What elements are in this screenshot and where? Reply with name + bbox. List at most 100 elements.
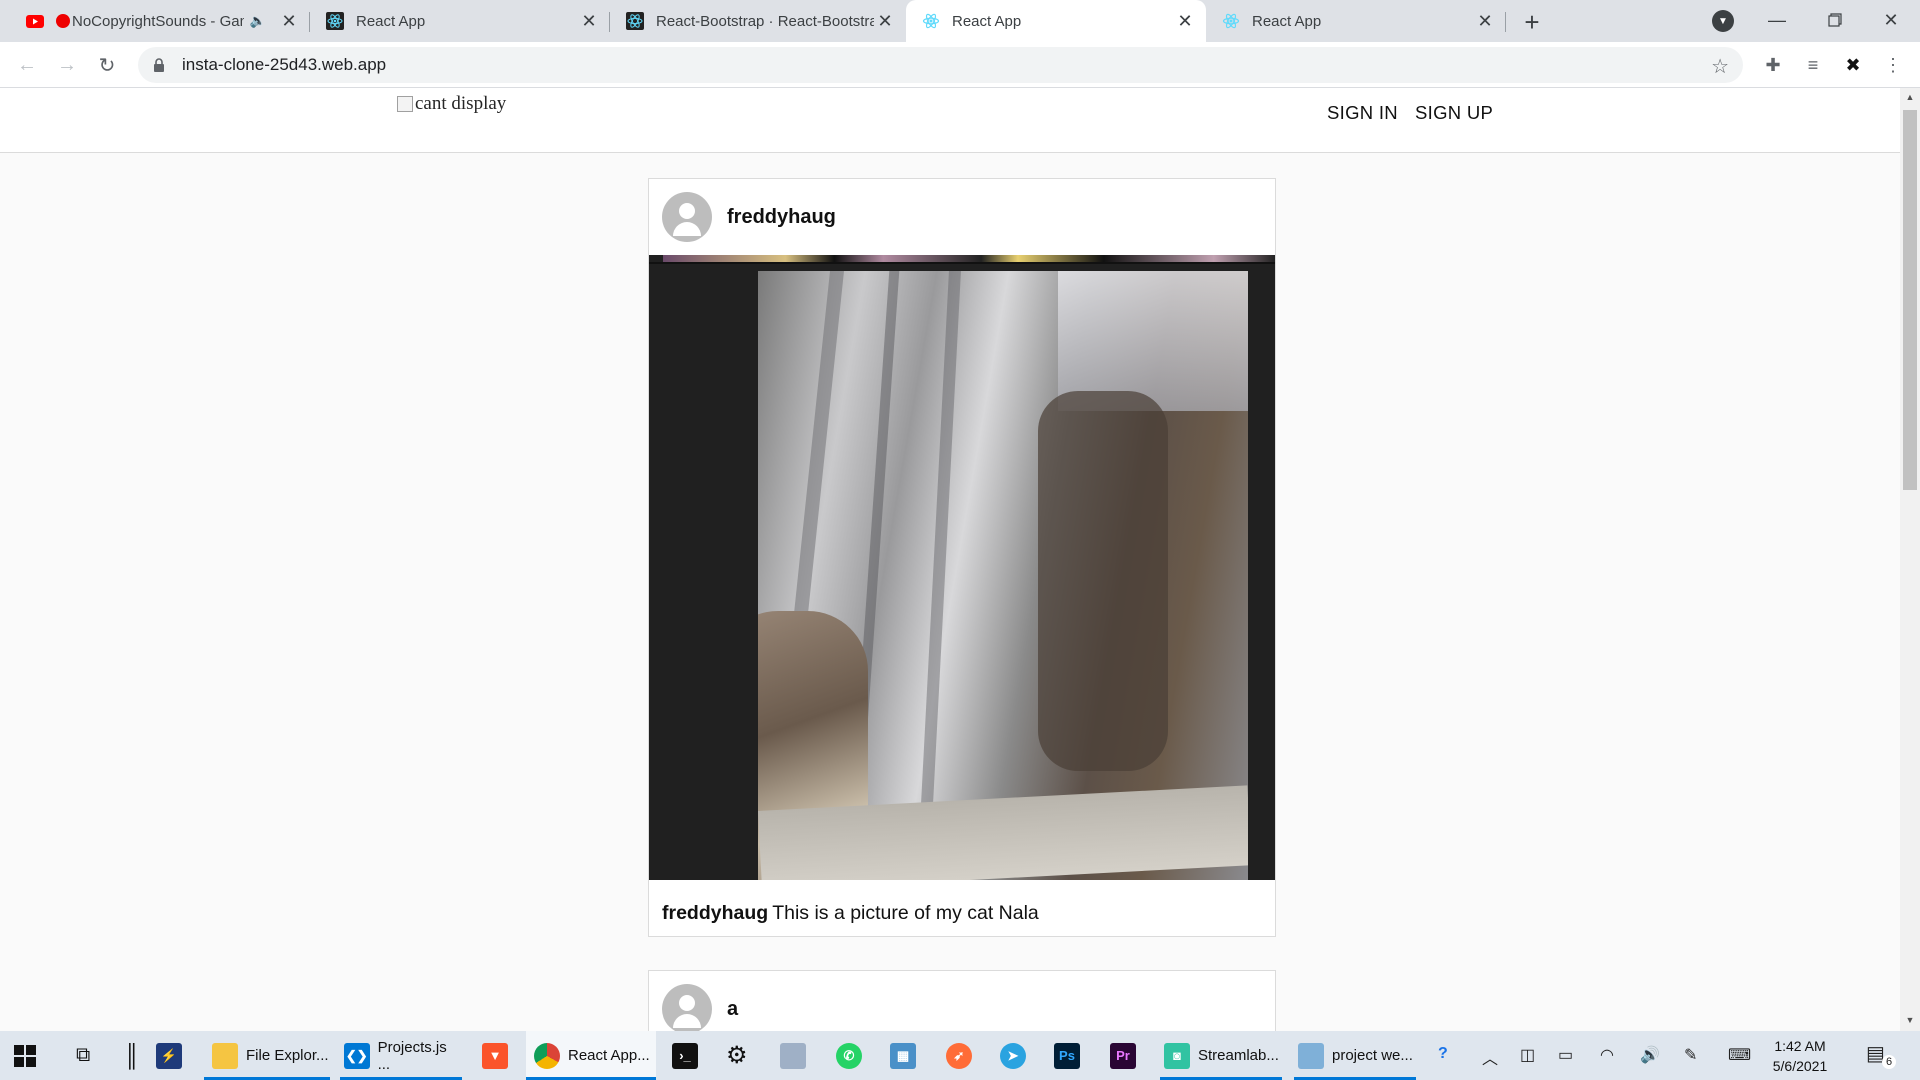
photos-icon [780, 1042, 806, 1069]
post-image [649, 255, 1275, 880]
sign-up-button[interactable]: SIGN UP [1415, 102, 1493, 124]
tab-title: React App [952, 12, 1022, 30]
notification-count-badge: 6 [1882, 1055, 1896, 1069]
battery-icon[interactable]: ▭ [1558, 1045, 1573, 1065]
caption-text: This is a picture of my cat Nala [772, 902, 1039, 924]
tab-react-app-1[interactable]: React App ✕ [310, 0, 610, 42]
tab-title: React App [1252, 12, 1322, 30]
taskbar-label: Streamlab... [1198, 1047, 1279, 1064]
photos-app[interactable] [780, 1031, 814, 1080]
url-text[interactable]: insta-clone-25d43.web.app [182, 55, 386, 75]
taskbar-label: React App... [568, 1047, 650, 1064]
react-icon [922, 12, 940, 30]
reload-button[interactable]: ↻ [92, 50, 122, 80]
post-username[interactable]: a [727, 998, 738, 1021]
start-button[interactable] [14, 1031, 36, 1080]
whatsapp-app[interactable]: ✆ [836, 1031, 870, 1080]
system-clock[interactable]: 1:42 AM 5/6/2021 [1760, 1036, 1840, 1076]
taskbar-chrome[interactable]: React App... [526, 1031, 656, 1080]
profile-icon[interactable]: ✖ [1840, 52, 1866, 78]
react-icon [326, 12, 344, 30]
tab-react-app-3[interactable]: React App ✕ [1206, 0, 1506, 42]
broken-image-icon [397, 96, 413, 112]
vscode-icon: ❮❯ [344, 1042, 370, 1069]
close-tab-icon[interactable]: ✕ [278, 10, 300, 32]
back-button[interactable]: ← [12, 50, 42, 80]
page-scrollbar[interactable]: ▲ ▼ [1900, 88, 1920, 1031]
keyboard-icon[interactable]: ⌨ [1728, 1045, 1751, 1065]
page-viewport: cant display SIGN IN SIGN UP freddyhaug … [0, 88, 1900, 1031]
post-header: a [649, 971, 1275, 1031]
close-tab-icon[interactable]: ✕ [874, 10, 896, 32]
tab-title: React-Bootstrap · React-Bootstrap [656, 12, 874, 30]
volume-icon[interactable]: 🔊 [1640, 1045, 1660, 1065]
brave-lion-icon: ▼ [482, 1042, 508, 1069]
sign-in-button[interactable]: SIGN IN [1327, 102, 1398, 124]
new-tab-button[interactable]: + [1518, 7, 1546, 37]
cat-photo [758, 271, 1248, 880]
premiere-app[interactable]: Pr [1110, 1031, 1144, 1080]
windows-logo-icon [14, 1044, 36, 1067]
help-icon[interactable]: ? [1438, 1045, 1448, 1063]
tab-title: NoCopyrightSounds - Gam [72, 12, 244, 30]
forward-button[interactable]: → [52, 50, 82, 80]
taskbar-file-explorer[interactable]: File Explor... [204, 1031, 330, 1080]
show-hidden-icons-chevron-icon[interactable]: ︿ [1482, 1045, 1498, 1069]
tab-title: React App [356, 12, 426, 30]
taskbar-label: File Explor... [246, 1047, 329, 1064]
address-bar[interactable]: insta-clone-25d43.web.app ☆ [138, 47, 1743, 83]
clock-date: 5/6/2021 [1772, 1058, 1828, 1074]
close-window-button[interactable]: ✕ [1862, 0, 1920, 40]
wifi-icon[interactable]: ◠ [1600, 1045, 1614, 1065]
brave-app[interactable]: ▼ [482, 1031, 516, 1080]
powershell-icon: ⚡ [156, 1042, 182, 1069]
thumbnail-strip [663, 255, 1275, 262]
logo-alt-text: cant display [415, 93, 507, 114]
meet-icon[interactable]: ◫ [1520, 1045, 1535, 1065]
post-card: a [648, 970, 1276, 1031]
taskbar-streamlabs[interactable]: ◙ Streamlab... [1160, 1031, 1282, 1080]
powershell-app[interactable]: ⚡ [156, 1031, 190, 1080]
tab-search-icon[interactable]: ▼ [1712, 10, 1734, 32]
tab-react-bootstrap[interactable]: React-Bootstrap · React-Bootstrap ✕ [610, 0, 906, 42]
logo-image-broken: cant display [397, 93, 506, 115]
react-bootstrap-icon [626, 12, 644, 30]
menu-kebab-icon[interactable]: ⋮ [1880, 52, 1906, 78]
scroll-thumb[interactable] [1903, 110, 1917, 490]
caption-username[interactable]: freddyhaug [662, 902, 768, 924]
whatsapp-icon: ✆ [836, 1042, 862, 1069]
photoshop-app[interactable]: Ps [1054, 1031, 1088, 1080]
control-panel-app[interactable]: ▦ [890, 1031, 924, 1080]
close-tab-icon[interactable]: ✕ [1474, 10, 1496, 32]
scroll-down-arrow-icon[interactable]: ▼ [1904, 1015, 1916, 1029]
audio-playing-icon[interactable]: 🔈 [250, 13, 266, 29]
post-username[interactable]: freddyhaug [727, 206, 836, 229]
post-card: freddyhaug freddyhaug This is a picture o… [648, 178, 1276, 937]
terminal-icon: ›_ [672, 1042, 698, 1069]
restore-button[interactable] [1806, 0, 1864, 40]
scroll-up-arrow-icon[interactable]: ▲ [1904, 92, 1916, 106]
telegram-app[interactable]: ➤ [1000, 1031, 1034, 1080]
terminal-app[interactable]: ›_ [672, 1031, 706, 1080]
media-queue-icon[interactable]: ≡ [1800, 52, 1826, 78]
close-tab-icon[interactable]: ✕ [578, 10, 600, 32]
premiere-icon: Pr [1110, 1042, 1136, 1069]
pen-icon[interactable]: ✎ [1684, 1045, 1697, 1065]
postman-icon: ➶ [946, 1042, 972, 1069]
tab-react-app-active[interactable]: React App ✕ [906, 0, 1206, 42]
browser-toolbar: ← → ↻ insta-clone-25d43.web.app ☆ ✚ ≡ ✖ … [0, 42, 1920, 88]
post-caption: freddyhaug This is a picture of my cat Na… [649, 880, 1275, 936]
extensions-puzzle-icon[interactable]: ✚ [1760, 52, 1786, 78]
taskbar-divider-icon: ║ [124, 1042, 140, 1068]
task-view-icon[interactable]: ⧉ [76, 1031, 90, 1080]
settings-gear-icon[interactable]: ⚙ [726, 1031, 748, 1080]
tab-youtube[interactable]: NoCopyrightSounds - Gam 🔈 ✕ [10, 0, 310, 42]
minimize-button[interactable]: — [1748, 0, 1806, 40]
avatar[interactable] [662, 192, 712, 242]
bookmark-star-icon[interactable]: ☆ [1711, 54, 1729, 79]
taskbar-vscode[interactable]: ❮❯ Projects.js ... [340, 1031, 462, 1080]
postman-app[interactable]: ➶ [946, 1031, 980, 1080]
taskbar-notepad[interactable]: project we... [1294, 1031, 1416, 1080]
close-tab-icon[interactable]: ✕ [1174, 10, 1196, 32]
avatar[interactable] [662, 984, 712, 1031]
